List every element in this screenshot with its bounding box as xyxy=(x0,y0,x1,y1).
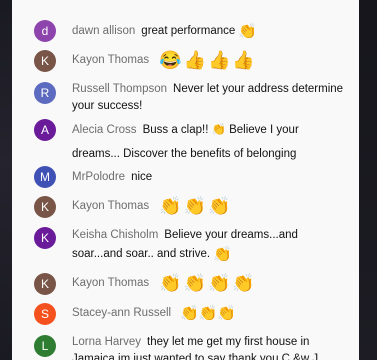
avatar[interactable]: L xyxy=(34,335,56,357)
avatar[interactable]: d xyxy=(34,20,56,42)
author-name[interactable]: Russell Thompson xyxy=(72,83,167,95)
avatar[interactable]: A xyxy=(34,119,56,141)
emoji-reaction: 👏👏👏👏 xyxy=(159,273,257,293)
message-text: great performance xyxy=(141,25,236,37)
avatar[interactable]: K xyxy=(34,196,56,218)
author-name[interactable]: Keisha Chisholm xyxy=(72,229,158,241)
avatar[interactable]: M xyxy=(34,166,56,188)
author-name[interactable]: Alecia Cross xyxy=(72,124,137,136)
background-right xyxy=(359,0,377,360)
avatar[interactable]: R xyxy=(34,82,56,104)
author-name[interactable]: Lorna Harvey xyxy=(72,336,141,348)
author-name[interactable]: Stacey-ann Russell xyxy=(72,307,171,319)
clap-emoji: 👏 xyxy=(213,246,232,263)
emoji-reaction: 👏👏👏 xyxy=(180,305,237,322)
author-name[interactable]: MrPolodre xyxy=(72,171,125,183)
emoji-reaction: 😂👍👍👍 xyxy=(159,50,257,70)
author-name[interactable]: Kayon Thomas xyxy=(72,277,149,289)
author-name[interactable]: dawn allison xyxy=(72,25,135,37)
author-name[interactable]: Kayon Thomas xyxy=(72,54,149,66)
avatar[interactable]: K xyxy=(34,50,56,72)
avatar[interactable]: S xyxy=(34,303,56,325)
message-text: nice xyxy=(131,171,153,183)
author-name[interactable]: Kayon Thomas xyxy=(72,200,149,212)
emoji-reaction: 👏👏👏 xyxy=(159,196,233,216)
avatar[interactable]: K xyxy=(34,273,56,295)
live-chat-panel[interactable]: d dawn allison great performance 👏 K Kayon… xyxy=(12,0,359,360)
avatar[interactable]: K xyxy=(34,227,56,249)
background-left xyxy=(0,0,12,360)
clap-emoji: 👏 xyxy=(238,23,257,40)
